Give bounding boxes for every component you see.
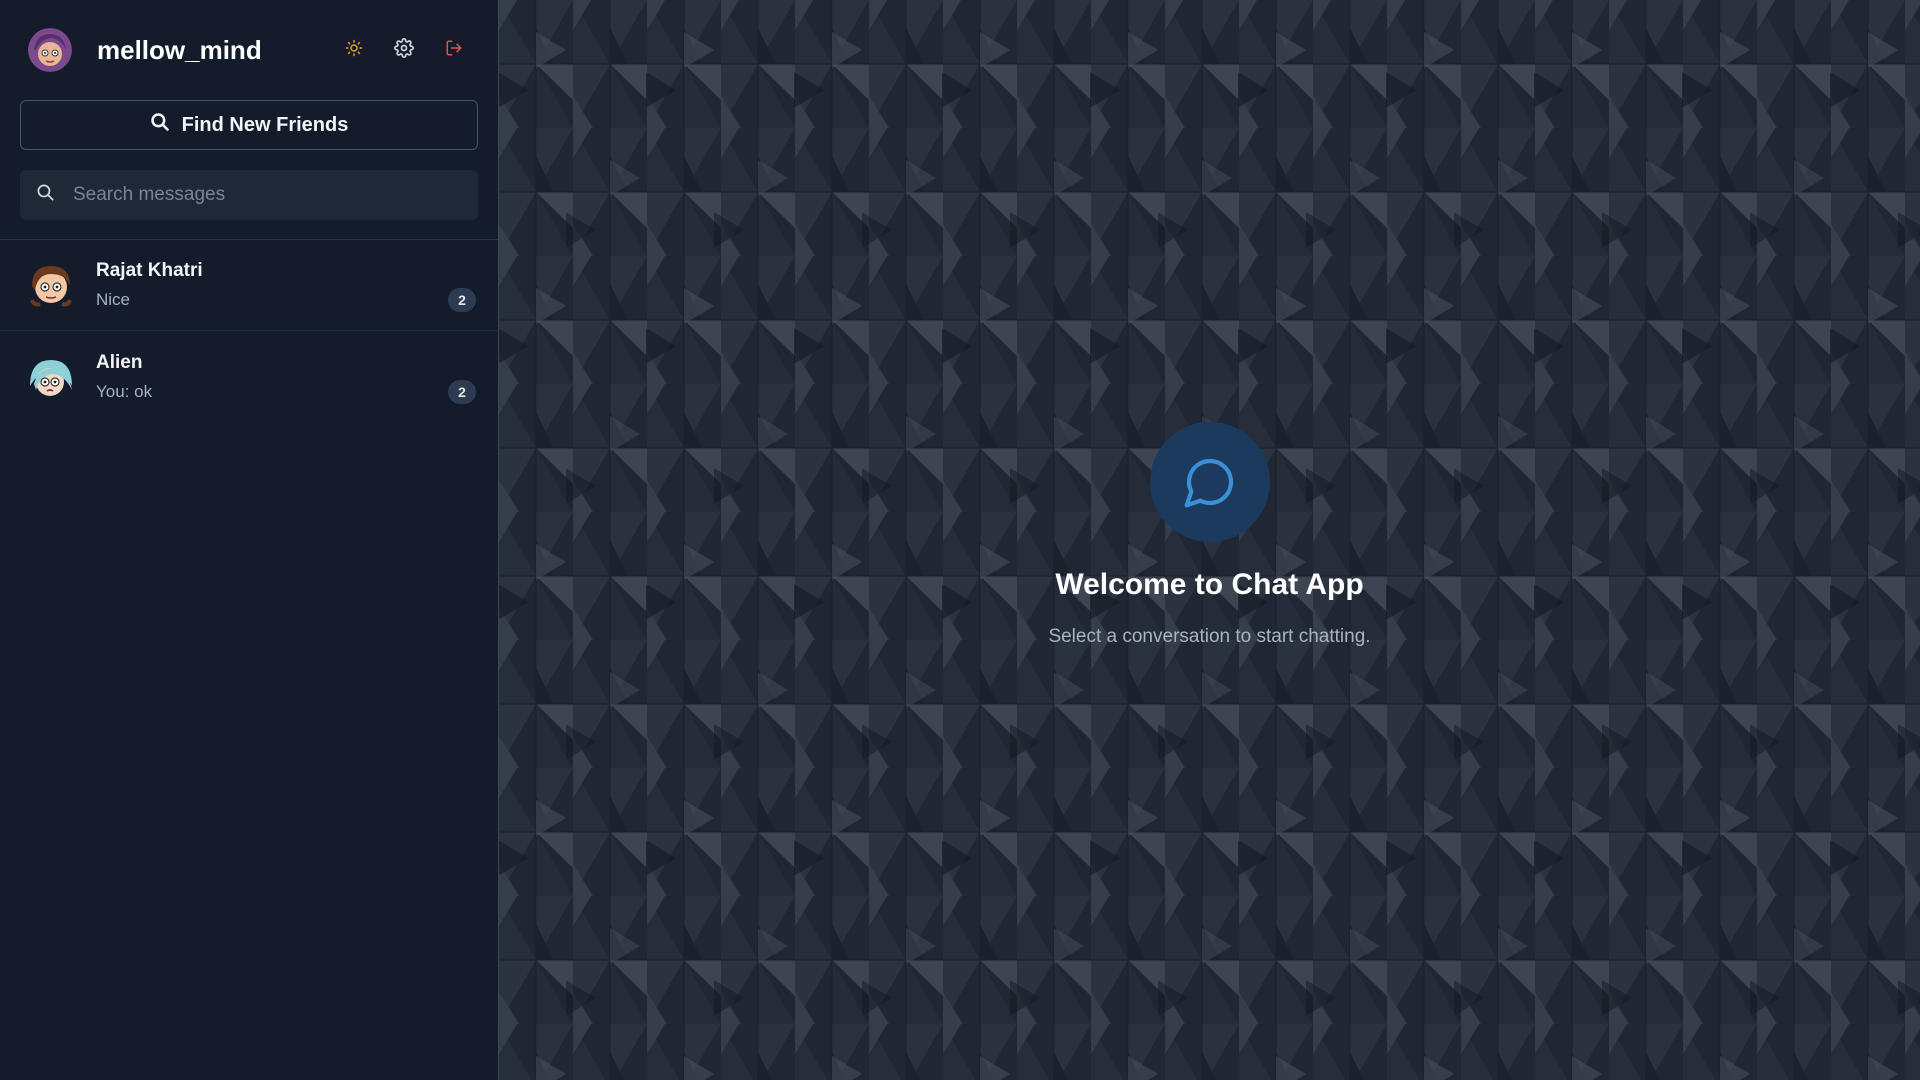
chat-app: mellow_mind Find New Friends Search mess… bbox=[0, 0, 1920, 1080]
conversation-body: Alien You: ok bbox=[96, 352, 448, 402]
sidebar: mellow_mind Find New Friends Search mess… bbox=[0, 0, 499, 1080]
theme-toggle-button[interactable] bbox=[334, 30, 374, 70]
find-new-friends-button[interactable]: Find New Friends bbox=[20, 100, 478, 150]
user-avatar[interactable] bbox=[28, 28, 72, 72]
search-icon bbox=[150, 112, 182, 138]
search-icon bbox=[36, 183, 55, 207]
conversation-name: Alien bbox=[96, 351, 143, 373]
logout-icon bbox=[445, 39, 463, 62]
conversation-last-message: You: ok bbox=[96, 381, 153, 401]
logout-button[interactable] bbox=[434, 30, 474, 70]
avatar bbox=[26, 352, 76, 402]
sun-icon bbox=[345, 39, 363, 62]
welcome-subtitle: Select a conversation to start chatting. bbox=[1048, 626, 1371, 647]
unread-badge: 2 bbox=[448, 380, 476, 404]
settings-button[interactable] bbox=[384, 30, 424, 70]
conversation-item-rajat-khatri[interactable]: Rajat Khatri Nice 2 bbox=[0, 240, 498, 331]
avatar bbox=[26, 260, 76, 310]
search-messages-input[interactable] bbox=[73, 184, 453, 206]
conversation-list: Rajat Khatri Nice 2 Alien You: ok 2 bbox=[0, 240, 498, 422]
conversation-last-message: Nice bbox=[96, 290, 131, 309]
unread-badge: 2 bbox=[448, 288, 476, 312]
sidebar-header: mellow_mind bbox=[0, 0, 498, 100]
conversation-name: Rajat Khatri bbox=[96, 260, 203, 281]
gear-icon bbox=[394, 37, 414, 63]
username: mellow_mind bbox=[97, 34, 262, 65]
search-messages-box bbox=[20, 170, 478, 220]
chat-main-area: Welcome to Chat App Select a conversatio… bbox=[499, 0, 1920, 1080]
welcome-title: Welcome to Chat App bbox=[1055, 568, 1364, 601]
conversation-body: Rajat Khatri Nice bbox=[96, 260, 448, 310]
conversation-item-alien[interactable]: Alien You: ok 2 bbox=[0, 331, 498, 422]
welcome-panel: Welcome to Chat App Select a conversatio… bbox=[499, 422, 1920, 648]
chat-bubble-icon bbox=[1149, 422, 1270, 542]
find-new-friends-label: Find New Friends bbox=[181, 113, 349, 136]
